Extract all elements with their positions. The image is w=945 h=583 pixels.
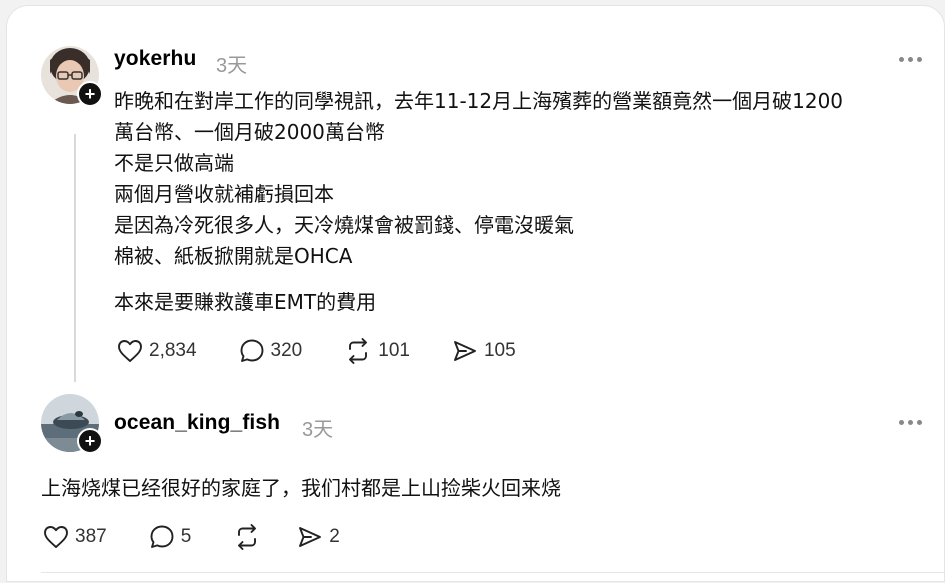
like-count: 387 — [75, 526, 107, 547]
reply-count: 5 — [180, 526, 192, 547]
send-icon — [299, 527, 322, 547]
share-count: 2 — [329, 526, 340, 547]
heart-icon — [44, 526, 68, 548]
repost-icon — [238, 524, 257, 550]
reply-button[interactable]: 5 — [149, 524, 192, 550]
thread-card: + yokerhu 3天 昨晚和在對岸工作的同學視訊，去年11-12月上海殯葬的… — [6, 5, 945, 582]
post-ocean-king-fish: + ocean_king_fish 3天 上海烧煤已经很好的家庭了，我们村都是上… — [7, 6, 944, 583]
like-button[interactable]: 387 — [43, 525, 107, 549]
post-actions: 387 5 2 — [43, 524, 382, 550]
more-dot-icon — [917, 419, 922, 425]
more-dot-icon — [899, 419, 904, 425]
repost-button[interactable] — [233, 524, 267, 550]
follow-button[interactable]: + — [77, 428, 103, 454]
comment-icon — [150, 525, 174, 548]
post-time[interactable]: 3天 — [302, 413, 333, 442]
post-text-line: 上海烧煤已经很好的家庭了，我们村都是上山捡柴火回来烧 — [41, 476, 561, 500]
more-options-button[interactable] — [899, 415, 929, 429]
username[interactable]: ocean_king_fish — [114, 411, 280, 435]
divider — [41, 572, 944, 573]
share-button[interactable]: 2 — [297, 525, 340, 549]
more-dot-icon — [908, 419, 913, 425]
